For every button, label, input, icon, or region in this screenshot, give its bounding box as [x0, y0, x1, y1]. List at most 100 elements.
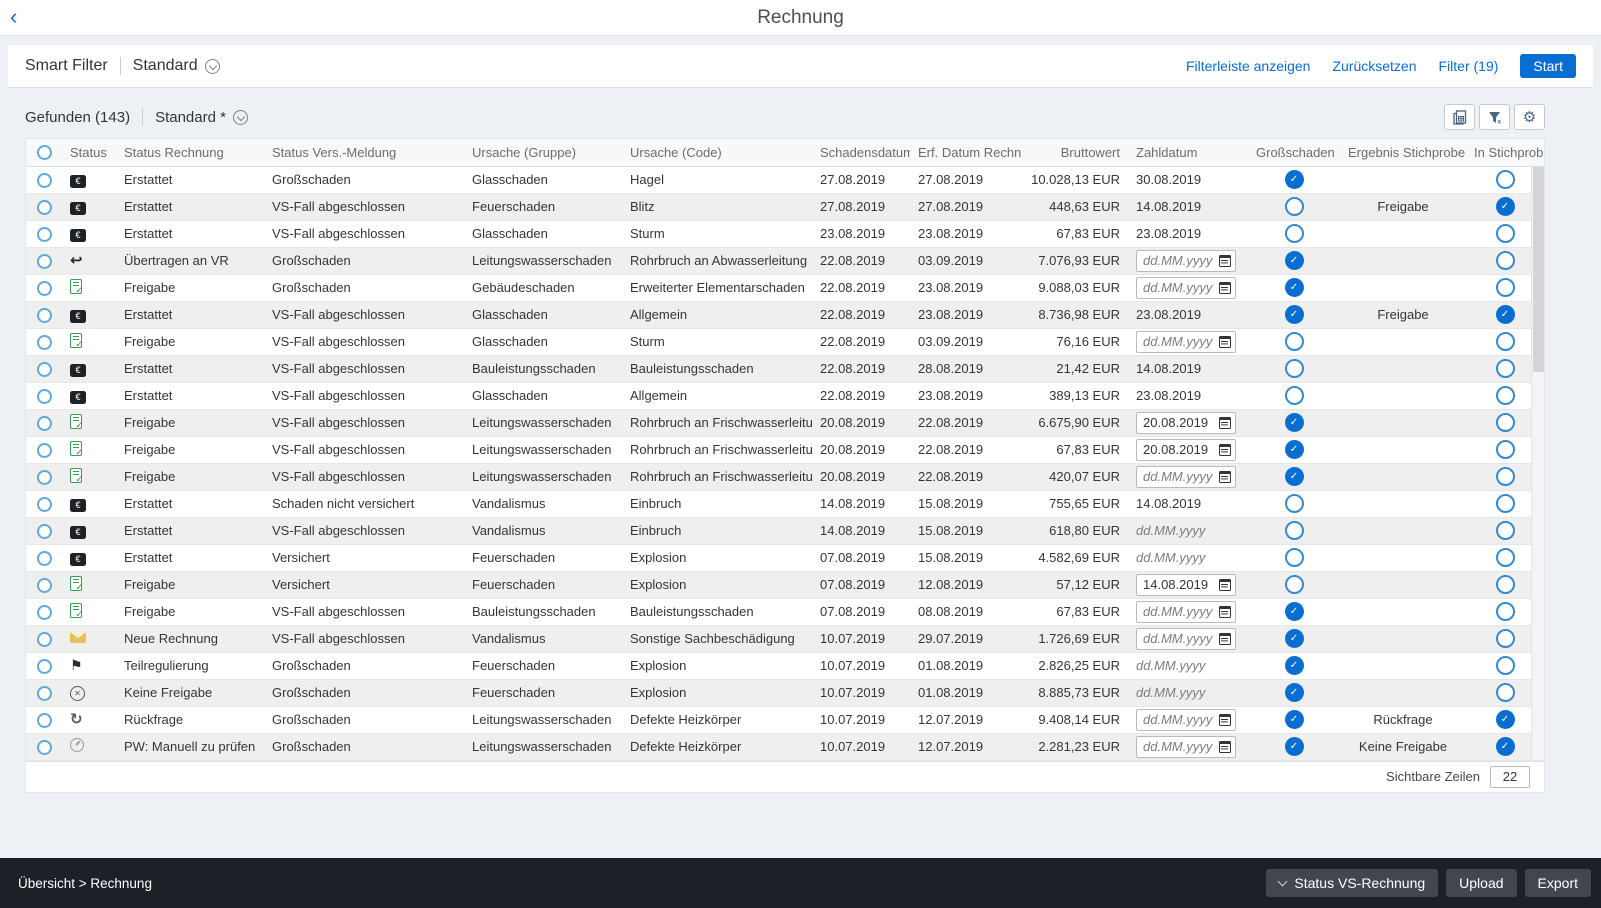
calendar-icon[interactable]: [1219, 471, 1231, 483]
zahldatum-field[interactable]: [1143, 712, 1219, 727]
calendar-icon[interactable]: [1219, 606, 1231, 618]
grossschaden-toggle[interactable]: ✓: [1285, 656, 1304, 675]
row-select-radio[interactable]: [37, 605, 52, 620]
col-ursache-code[interactable]: Ursache (Code): [622, 139, 812, 166]
table-row[interactable]: ↻RückfrageGroßschadenLeitungswasserschad…: [26, 706, 1544, 733]
grossschaden-toggle[interactable]: ✓: [1285, 710, 1304, 729]
table-row[interactable]: PW: Manuell zu prüfenGroßschadenLeitungs…: [26, 733, 1544, 760]
grossschaden-toggle[interactable]: [1285, 494, 1304, 513]
calendar-icon[interactable]: [1219, 444, 1231, 456]
zahldatum-input[interactable]: [1136, 412, 1236, 434]
in-stichprobe-toggle[interactable]: [1496, 413, 1515, 432]
row-select-radio[interactable]: [37, 389, 52, 404]
zahldatum-input[interactable]: [1136, 574, 1236, 596]
calendar-icon[interactable]: [1219, 633, 1231, 645]
table-row[interactable]: FreigabeVS-Fall abgeschlossenGlasschaden…: [26, 328, 1544, 355]
grossschaden-toggle[interactable]: ✓: [1285, 170, 1304, 189]
grossschaden-toggle[interactable]: [1285, 521, 1304, 540]
table-row[interactable]: ✕Keine FreigabeGroßschadenFeuerschadenEx…: [26, 679, 1544, 706]
zahldatum-field[interactable]: [1143, 577, 1219, 592]
status-vs-rechnung-button[interactable]: Status VS-Rechnung: [1266, 869, 1438, 897]
in-stichprobe-toggle[interactable]: [1496, 656, 1515, 675]
col-erf-datum[interactable]: Erf. Datum Rechnung: [910, 139, 1022, 166]
row-select-radio[interactable]: [37, 740, 52, 755]
table-row[interactable]: €ErstattetVS-Fall abgeschlossenFeuerscha…: [26, 193, 1544, 220]
table-row[interactable]: €ErstattetVS-Fall abgeschlossenGlasschad…: [26, 382, 1544, 409]
in-stichprobe-toggle[interactable]: [1496, 440, 1515, 459]
grossschaden-toggle[interactable]: ✓: [1285, 251, 1304, 270]
row-select-radio[interactable]: [37, 443, 52, 458]
zahldatum-field[interactable]: [1143, 280, 1219, 295]
zahldatum-input[interactable]: [1136, 466, 1236, 488]
row-select-radio[interactable]: [37, 416, 52, 431]
in-stichprobe-toggle[interactable]: [1496, 629, 1515, 648]
zahldatum-field[interactable]: [1143, 253, 1219, 268]
table-row[interactable]: €ErstattetVS-Fall abgeschlossenBauleistu…: [26, 355, 1544, 382]
table-row[interactable]: €ErstattetVS-Fall abgeschlossenGlasschad…: [26, 220, 1544, 247]
table-row[interactable]: €ErstattetVS-Fall abgeschlossenGlasschad…: [26, 301, 1544, 328]
zahldatum-field[interactable]: [1143, 469, 1219, 484]
grossschaden-toggle[interactable]: [1285, 575, 1304, 594]
zahldatum-input[interactable]: [1136, 709, 1236, 731]
in-stichprobe-toggle[interactable]: [1496, 278, 1515, 297]
filters-link[interactable]: Filter (19): [1439, 58, 1499, 74]
zahldatum-input[interactable]: [1136, 601, 1236, 623]
table-row[interactable]: FreigabeGroßschadenGebäudeschadenErweite…: [26, 274, 1544, 301]
grossschaden-toggle[interactable]: ✓: [1285, 305, 1304, 324]
row-select-radio[interactable]: [37, 335, 52, 350]
in-stichprobe-toggle[interactable]: [1496, 386, 1515, 405]
row-select-radio[interactable]: [37, 362, 52, 377]
show-filterbar-link[interactable]: Filterleiste anzeigen: [1186, 58, 1311, 74]
col-bruttowert[interactable]: Bruttowert: [1022, 139, 1128, 166]
col-status-vs-meldung[interactable]: Status Vers.-Meldung: [264, 139, 464, 166]
grossschaden-toggle[interactable]: ✓: [1285, 683, 1304, 702]
table-row[interactable]: FreigabeVS-Fall abgeschlossenLeitungswas…: [26, 409, 1544, 436]
calendar-icon[interactable]: [1219, 255, 1231, 267]
row-select-radio[interactable]: [37, 524, 52, 539]
row-select-radio[interactable]: [37, 308, 52, 323]
visible-rows-input[interactable]: [1490, 766, 1530, 788]
grossschaden-toggle[interactable]: ✓: [1285, 413, 1304, 432]
row-select-radio[interactable]: [37, 254, 52, 269]
in-stichprobe-toggle[interactable]: ✓: [1496, 197, 1515, 216]
table-row[interactable]: €ErstattetVS-Fall abgeschlossenVandalism…: [26, 517, 1544, 544]
zahldatum-field[interactable]: [1143, 334, 1219, 349]
col-status[interactable]: Status: [62, 139, 116, 166]
grossschaden-toggle[interactable]: ✓: [1285, 737, 1304, 756]
in-stichprobe-toggle[interactable]: [1496, 521, 1515, 540]
settings-button[interactable]: ⚙: [1514, 104, 1545, 130]
start-button[interactable]: Start: [1520, 54, 1576, 78]
zahldatum-field[interactable]: [1143, 415, 1219, 430]
in-stichprobe-toggle[interactable]: [1496, 467, 1515, 486]
in-stichprobe-toggle[interactable]: [1496, 170, 1515, 189]
table-row[interactable]: FreigabeVS-Fall abgeschlossenBauleistung…: [26, 598, 1544, 625]
zahldatum-input[interactable]: [1136, 277, 1236, 299]
calendar-icon[interactable]: [1219, 714, 1231, 726]
export-spreadsheet-button[interactable]: [1444, 104, 1475, 130]
in-stichprobe-toggle[interactable]: ✓: [1496, 710, 1515, 729]
col-grossschaden[interactable]: Großschaden: [1248, 139, 1340, 166]
table-row[interactable]: FreigabeVersichertFeuerschadenExplosion0…: [26, 571, 1544, 598]
grossschaden-toggle[interactable]: ✓: [1285, 602, 1304, 621]
grossschaden-toggle[interactable]: ✓: [1285, 278, 1304, 297]
export-button[interactable]: Export: [1525, 869, 1591, 897]
row-select-radio[interactable]: [37, 227, 52, 242]
grossschaden-toggle[interactable]: [1285, 224, 1304, 243]
zahldatum-input[interactable]: [1136, 331, 1236, 353]
col-in-stichprobe[interactable]: In Stichprobe: [1466, 139, 1544, 166]
grossschaden-toggle[interactable]: ✓: [1285, 467, 1304, 486]
col-status-rechnung[interactable]: Status Rechnung: [116, 139, 264, 166]
in-stichprobe-toggle[interactable]: [1496, 575, 1515, 594]
zahldatum-field[interactable]: [1143, 631, 1219, 646]
table-row[interactable]: ↩Übertragen an VRGroßschadenLeitungswass…: [26, 247, 1544, 274]
grossschaden-toggle[interactable]: [1285, 386, 1304, 405]
row-select-radio[interactable]: [37, 470, 52, 485]
row-select-radio[interactable]: [37, 659, 52, 674]
calendar-icon[interactable]: [1219, 741, 1231, 753]
zahldatum-input[interactable]: [1136, 736, 1236, 758]
row-select-radio[interactable]: [37, 173, 52, 188]
grossschaden-toggle[interactable]: ✓: [1285, 440, 1304, 459]
col-ursache-gruppe[interactable]: Ursache (Gruppe): [464, 139, 622, 166]
row-select-radio[interactable]: [37, 200, 52, 215]
grossschaden-toggle[interactable]: [1285, 332, 1304, 351]
